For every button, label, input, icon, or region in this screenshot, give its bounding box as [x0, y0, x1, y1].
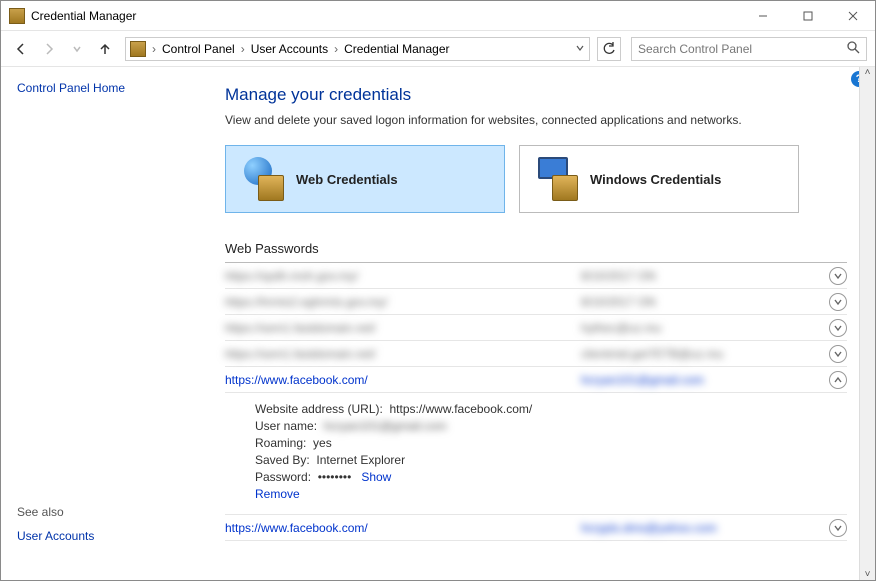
close-button[interactable] — [830, 1, 875, 30]
breadcrumb-credential-manager[interactable]: Credential Manager — [340, 42, 453, 56]
breadcrumb-user-accounts[interactable]: User Accounts — [247, 42, 332, 56]
credential-row[interactable]: https://www.facebook.com/ hcrypts.dms@ya… — [225, 515, 847, 541]
minimize-button[interactable] — [740, 1, 785, 30]
window-title: Credential Manager — [31, 9, 136, 23]
detail-password-label: Password: — [255, 470, 311, 484]
web-credentials-icon — [240, 157, 284, 201]
credential-row[interactable]: https://hrmis2.eghrmis.gov.my/ 8/10/2017… — [225, 289, 847, 315]
sidebar: Control Panel Home See also User Account… — [1, 67, 209, 580]
refresh-button[interactable] — [597, 37, 621, 61]
credential-site: https://www.facebook.com/ — [225, 373, 581, 387]
expand-icon[interactable] — [829, 267, 847, 285]
collapse-icon[interactable] — [829, 371, 847, 389]
control-panel-icon — [130, 41, 146, 57]
section-title: Web Passwords — [225, 241, 847, 256]
credential-modified: hythec@uz.mu — [581, 321, 823, 335]
chevron-right-icon: › — [332, 42, 340, 56]
credential-tabs: Web Credentials Windows Credentials — [225, 145, 847, 213]
recent-dropdown[interactable] — [65, 37, 89, 61]
detail-password-mask: •••••••• — [318, 470, 352, 484]
chevron-right-icon: › — [150, 42, 158, 56]
credential-modified: hcrypts.dms@yahoo.com — [581, 521, 823, 535]
detail-savedby-label: Saved By: — [255, 453, 310, 467]
chevron-right-icon: › — [239, 42, 247, 56]
credential-row[interactable]: https://spdh.moh.gov.my/ 8/10/2017 ON — [225, 263, 847, 289]
credential-site: https://hrmis2.eghrmis.gov.my/ — [225, 295, 581, 309]
user-accounts-link[interactable]: User Accounts — [17, 529, 193, 543]
tab-windows-credentials[interactable]: Windows Credentials — [519, 145, 799, 213]
address-dropdown-icon[interactable] — [575, 42, 585, 56]
credential-site: https://sem1.fastdomain.net/ — [225, 321, 581, 335]
credential-row[interactable]: https://sem1.fastdomain.net/ clientmid.g… — [225, 341, 847, 367]
tab-web-credentials[interactable]: Web Credentials — [225, 145, 505, 213]
scroll-up-icon[interactable]: ˄ — [865, 67, 871, 78]
windows-credentials-icon — [534, 157, 578, 201]
search-input[interactable]: Search Control Panel — [631, 37, 867, 61]
credential-row[interactable]: https://sem1.fastdomain.net/ hythec@uz.m… — [225, 315, 847, 341]
back-button[interactable] — [9, 37, 33, 61]
credential-modified: hcryan101@gmail.com — [581, 373, 823, 387]
up-button[interactable] — [93, 37, 117, 61]
detail-savedby-value: Internet Explorer — [316, 453, 405, 467]
credential-modified: clientmid.get7ETB@uz.mu — [581, 347, 823, 361]
app-icon — [9, 8, 25, 24]
page-title: Manage your credentials — [225, 85, 847, 105]
credential-site: https://www.facebook.com/ — [225, 521, 581, 535]
breadcrumb-control-panel[interactable]: Control Panel — [158, 42, 239, 56]
detail-roaming-value: yes — [313, 436, 332, 450]
credential-site: https://spdh.moh.gov.my/ — [225, 269, 581, 283]
main-content: ? Manage your credentials View and delet… — [209, 67, 875, 580]
credential-details: Website address (URL): https://www.faceb… — [225, 393, 847, 515]
tab-web-label: Web Credentials — [296, 172, 398, 187]
remove-link[interactable]: Remove — [255, 487, 300, 501]
address-bar[interactable]: › Control Panel › User Accounts › Creden… — [125, 37, 590, 61]
see-also-label: See also — [17, 505, 193, 519]
credential-site: https://sem1.fastdomain.net/ — [225, 347, 581, 361]
credential-modified: 8/10/2017 ON — [581, 269, 823, 283]
body: Control Panel Home See also User Account… — [1, 67, 875, 580]
tab-windows-label: Windows Credentials — [590, 172, 721, 187]
page-subtitle: View and delete your saved logon informa… — [225, 113, 847, 127]
scroll-down-icon[interactable]: ˅ — [865, 569, 871, 580]
credential-modified: 8/10/2017 ON — [581, 295, 823, 309]
search-icon — [847, 41, 860, 57]
scrollbar[interactable]: ˄ ˅ — [859, 67, 875, 580]
search-placeholder: Search Control Panel — [638, 42, 752, 56]
expand-icon[interactable] — [829, 293, 847, 311]
credential-row-expanded[interactable]: https://www.facebook.com/ hcryan101@gmai… — [225, 367, 847, 393]
expand-icon[interactable] — [829, 345, 847, 363]
detail-roaming-label: Roaming: — [255, 436, 306, 450]
maximize-button[interactable] — [785, 1, 830, 30]
control-panel-home-link[interactable]: Control Panel Home — [17, 81, 193, 95]
detail-user-label: User name: — [255, 419, 317, 433]
show-password-link[interactable]: Show — [361, 470, 391, 484]
detail-user-value: hcryan101@gmail.com — [324, 419, 447, 433]
detail-url-value: https://www.facebook.com/ — [390, 402, 533, 416]
detail-url-label: Website address (URL): — [255, 402, 383, 416]
titlebar: Credential Manager — [1, 1, 875, 31]
expand-icon[interactable] — [829, 319, 847, 337]
navbar: › Control Panel › User Accounts › Creden… — [1, 31, 875, 67]
expand-icon[interactable] — [829, 519, 847, 537]
window: Credential Manager › Control Panel › — [0, 0, 876, 581]
forward-button[interactable] — [37, 37, 61, 61]
